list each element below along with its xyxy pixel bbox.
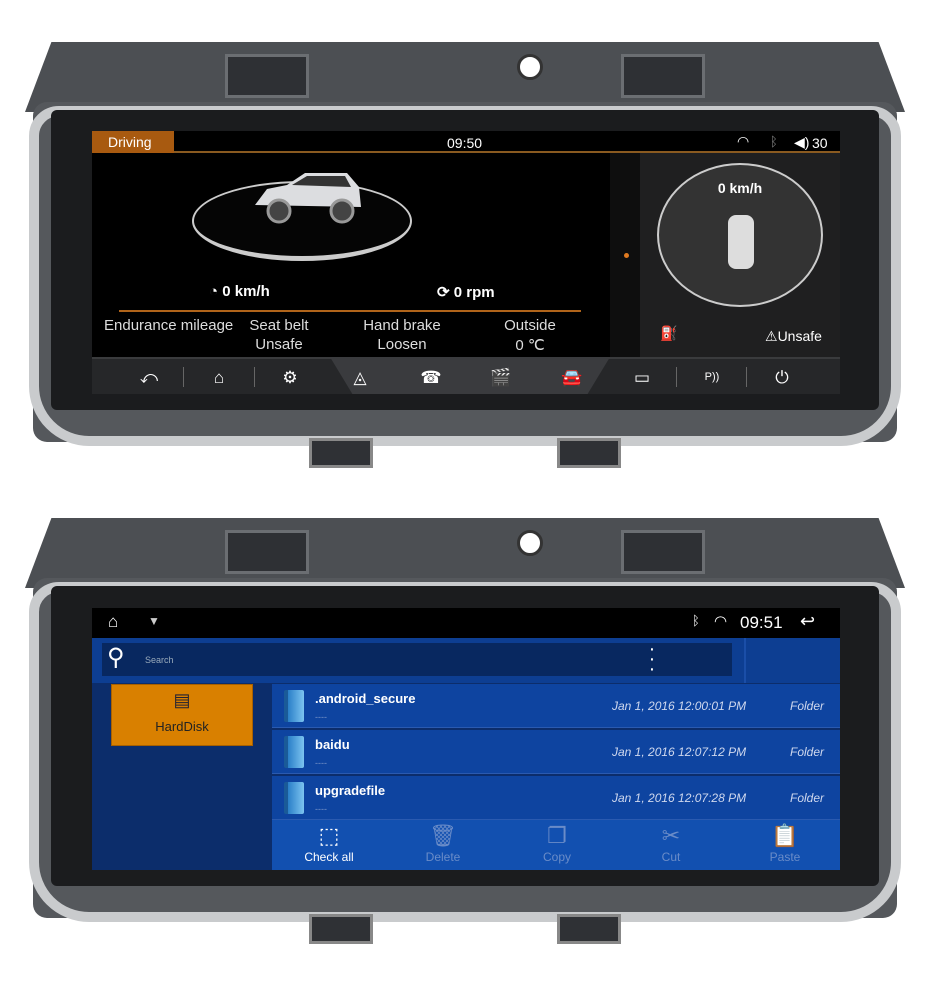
file-row[interactable]: baidu ---- Jan 1, 2016 12:07:12 PM Folde… — [272, 730, 840, 774]
adas-panel: 0 km/h ⛽ ⚠Unsafe — [640, 153, 840, 357]
clock: 09:50 — [447, 135, 483, 151]
file-size: ---- — [315, 758, 327, 768]
home-icon[interactable]: ⌂ — [184, 359, 254, 394]
page-dot[interactable] — [624, 253, 629, 258]
bottom-nav: ⤺ ⌂ ⚙ ◬ ☎ 🎬 🚘 ▭ P)) ⏻ — [92, 357, 840, 394]
file-name: upgradefile — [315, 783, 386, 798]
divider — [744, 638, 746, 683]
cut-button[interactable]: ✂ Cut — [616, 820, 726, 870]
more-options-icon[interactable]: · · · — [647, 639, 657, 679]
wifi-icon: ◠ — [737, 133, 750, 149]
volume-level: 30 — [812, 135, 828, 151]
file-manager-screen: ⌂ ▼ ᛒ ◠ 09:51 ↩ ⚲ Search · · · ▤ HardDisk … — [92, 608, 840, 870]
info-value: 0 ℃ — [515, 337, 545, 354]
search-placeholder: Search — [145, 655, 174, 665]
check-all-button[interactable]: ⬚ Check all — [274, 820, 384, 870]
status-bar: Driving 09:50 ◠ ᛒ ◀) 30 — [92, 131, 840, 153]
info-value: Unsafe — [255, 336, 303, 353]
copy-icon: ❐ — [547, 823, 567, 848]
volume-icon: ◀) — [794, 134, 810, 150]
info-label: Endurance mileage — [104, 317, 234, 334]
divider — [119, 310, 581, 312]
action-toolbar: ⬚ Check all 🗑 Delete ❐ Copy ✂ Cut 📋 Paste — [272, 820, 840, 870]
file-date: Jan 1, 2016 12:07:12 PM — [612, 745, 747, 759]
file-size: ---- — [315, 712, 327, 722]
file-type: Folder — [790, 745, 825, 759]
file-name: baidu — [315, 737, 350, 752]
file-date: Jan 1, 2016 12:07:28 PM — [612, 791, 747, 805]
nav-separator — [183, 367, 184, 387]
wifi-icon: ◠ — [714, 613, 728, 630]
toolbar-label: Paste — [769, 850, 801, 864]
camera-icon[interactable]: ▭ — [607, 359, 677, 394]
car-side-image — [255, 173, 361, 224]
copy-button[interactable]: ❐ Copy — [502, 820, 612, 870]
file-row[interactable]: .android_secure ---- Jan 1, 2016 12:00:0… — [272, 684, 840, 728]
bluetooth-icon: ᛒ — [692, 613, 700, 628]
adas-speed: 0 km/h — [717, 180, 763, 196]
search-row: ⚲ Search · · · — [92, 638, 840, 683]
file-size: ---- — [315, 804, 327, 814]
nav-separator — [254, 367, 255, 387]
car-top-image — [728, 215, 754, 269]
back-icon[interactable]: ↩ — [800, 611, 815, 632]
search-icon: ⚲ — [107, 644, 125, 671]
search-input[interactable]: ⚲ Search · · · — [102, 639, 732, 679]
seatbelt-status: ⚠Unsafe — [765, 328, 822, 344]
folder-icon — [284, 782, 304, 814]
file-type: Folder — [790, 791, 825, 805]
back-icon[interactable]: ⤺ — [114, 359, 184, 394]
file-row[interactable]: upgradefile ---- Jan 1, 2016 12:07:28 PM… — [272, 776, 840, 820]
car-icon[interactable]: 🚘 — [537, 359, 607, 394]
folder-icon — [284, 690, 304, 722]
driving-screen: Driving 09:50 ◠ ᛒ ◀) 30 ◔ 0 km/h ⟳ 0 rpm… — [92, 131, 840, 394]
check-all-icon: ⬚ — [318, 823, 340, 848]
clock: 09:51 — [740, 613, 783, 632]
tab-driving[interactable]: Driving — [92, 131, 174, 153]
rpm-icon: ⟳ — [437, 284, 454, 301]
wifi-unknown-icon: ▼ — [148, 614, 160, 628]
parking-sensor-icon[interactable]: P)) — [677, 359, 747, 394]
settings-icon[interactable]: ⚙ — [255, 359, 325, 394]
toolbar-label: Copy — [542, 850, 571, 864]
rpm-readout: ⟳ 0 rpm — [437, 284, 495, 301]
toolbar-label: Delete — [425, 850, 461, 864]
toolbar-label: Check all — [304, 850, 354, 864]
sidebar-item-harddisk[interactable]: ▤ HardDisk — [111, 684, 253, 746]
media-icon[interactable]: 🎬 — [466, 359, 536, 394]
phone-icon[interactable]: ☎ — [396, 359, 466, 394]
info-label: Hand brake — [363, 317, 441, 334]
folder-icon — [284, 736, 304, 768]
paste-button[interactable]: 📋 Paste — [730, 820, 840, 870]
harddisk-icon: ▤ — [173, 690, 191, 710]
file-date: Jan 1, 2016 12:00:01 PM — [612, 699, 747, 713]
nav-separator — [746, 367, 747, 387]
toolbar-label: Cut — [661, 850, 681, 864]
nav-separator — [676, 367, 677, 387]
navigation-icon[interactable]: ◬ — [325, 359, 395, 394]
clipboard-icon: 📋 — [771, 823, 799, 848]
seatbelt-icon: ⚠ — [765, 328, 778, 344]
home-icon[interactable]: ⌂ — [108, 612, 118, 632]
info-label: Seat belt — [249, 317, 309, 334]
speed-readout: ◔ 0 km/h — [209, 283, 270, 300]
file-name: .android_secure — [315, 691, 416, 706]
bluetooth-icon: ᛒ — [770, 134, 778, 149]
info-value: Loosen — [377, 336, 427, 353]
file-type: Folder — [790, 699, 825, 713]
page-indicator-column — [610, 153, 640, 357]
speedometer-icon: ◔ — [209, 283, 223, 300]
status-bar: ⌂ ▼ ᛒ ◠ 09:51 ↩ — [92, 608, 840, 638]
trash-icon: 🗑 — [429, 823, 457, 848]
fuel-icon: ⛽ — [660, 325, 678, 341]
delete-button[interactable]: 🗑 Delete — [388, 820, 498, 870]
power-icon[interactable]: ⏻ — [747, 359, 817, 394]
info-label: Outside — [504, 317, 556, 334]
scissors-icon: ✂ — [661, 823, 681, 848]
